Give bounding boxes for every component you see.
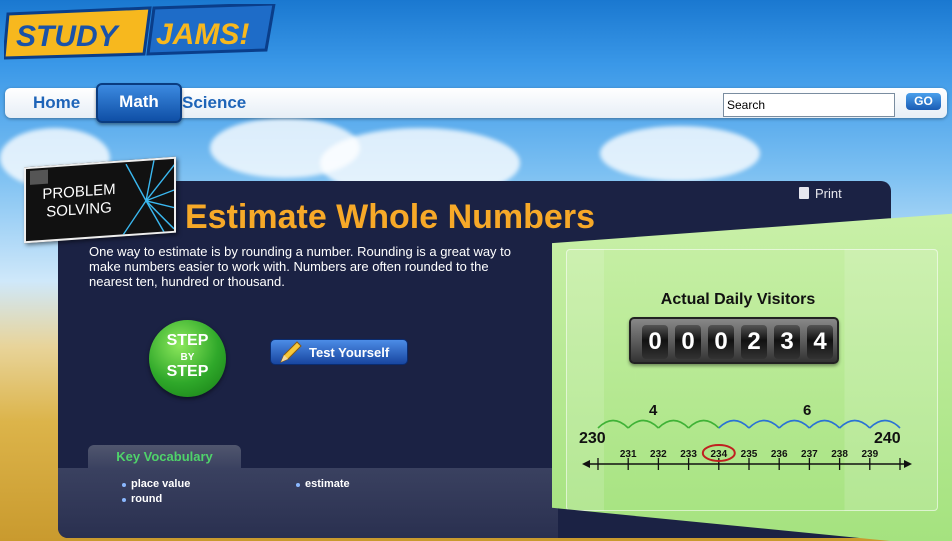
step-label-1: STEP (166, 332, 209, 349)
right-count-label: 6 (803, 402, 811, 419)
hop-arc (748, 419, 780, 429)
tick-label: 231 (620, 449, 637, 460)
step-label-2: BY (180, 352, 195, 363)
tick-label: 239 (861, 449, 878, 460)
study-jams-logo[interactable]: STUDY JAMS! (4, 4, 276, 62)
counter-digit: 0 (675, 325, 701, 359)
nav-home[interactable]: Home (33, 88, 80, 118)
hop-arc (839, 419, 871, 429)
go-button[interactable]: GO (906, 93, 941, 110)
problem-solving-badge: PROBLEM SOLVING (24, 156, 176, 244)
tick-label: 236 (771, 449, 788, 460)
pencil-icon (280, 341, 302, 363)
visitor-counter: 0 0 0 2 3 4 (629, 317, 839, 364)
test-yourself-label: Test Yourself (309, 345, 390, 360)
end-label: 240 (874, 430, 901, 447)
tick-label: 235 (741, 449, 758, 460)
nav-science[interactable]: Science (182, 88, 246, 118)
arrow-left-icon (582, 460, 590, 468)
vocab-item[interactable]: place value (122, 478, 190, 490)
key-vocabulary-tab[interactable]: Key Vocabulary (88, 445, 241, 469)
hop-arc (718, 419, 750, 429)
print-label: Print (815, 186, 842, 201)
left-count-label: 4 (649, 402, 658, 419)
vocab-item[interactable]: round (122, 493, 162, 505)
step-label-3: STEP (166, 363, 209, 380)
tick-label: 237 (801, 449, 818, 460)
test-yourself-button[interactable]: Test Yourself (270, 339, 408, 365)
hop-arc (627, 419, 659, 429)
counter-digit: 3 (774, 325, 800, 359)
hop-arc (808, 419, 841, 429)
print-icon (799, 187, 809, 199)
counter-digit: 0 (708, 325, 734, 359)
page-title: Estimate Whole Numbers (185, 198, 595, 236)
step-by-step-button[interactable]: STEP BY STEP (149, 320, 226, 397)
bullet-icon (122, 483, 126, 487)
tick-label: 238 (831, 449, 848, 460)
hop-arc (657, 419, 690, 429)
intro-text: One way to estimate is by rounding a num… (89, 244, 512, 289)
problem-solving-label: PROBLEM SOLVING (42, 180, 116, 221)
arrow-right-icon (904, 460, 912, 468)
illustration-panel (552, 213, 952, 541)
start-label: 230 (579, 430, 606, 447)
tick-label: 233 (680, 449, 697, 460)
tick-label: 232 (650, 449, 667, 460)
number-line: 231 232 233 234 235 236 237 238 239 230 240 4 6 (579, 402, 912, 470)
logo-study: STUDY (16, 20, 121, 53)
logo-jams: JAMS! (156, 18, 249, 51)
cloud (600, 126, 760, 181)
bullet-icon (122, 498, 126, 502)
nav-bar: Home Math Science GO (5, 83, 947, 123)
counter-digit: 2 (741, 325, 767, 359)
hop-arcs (597, 419, 901, 429)
hop-arc (869, 419, 901, 429)
search-input[interactable] (723, 93, 895, 117)
counter-digit: 0 (642, 325, 668, 359)
counter-title: Actual Daily Visitors (660, 291, 816, 308)
counter-digit: 4 (807, 325, 833, 359)
hop-arc (778, 419, 810, 429)
tick-label: 234 (710, 449, 727, 460)
bullet-icon (296, 483, 300, 487)
vocab-item[interactable]: estimate (296, 478, 350, 490)
hop-arc (597, 419, 629, 429)
hop-arc (688, 419, 720, 429)
tick-marks: 231 232 233 234 235 236 237 238 239 (597, 444, 901, 470)
print-link[interactable]: Print (799, 186, 842, 201)
nav-math[interactable]: Math (96, 83, 182, 123)
